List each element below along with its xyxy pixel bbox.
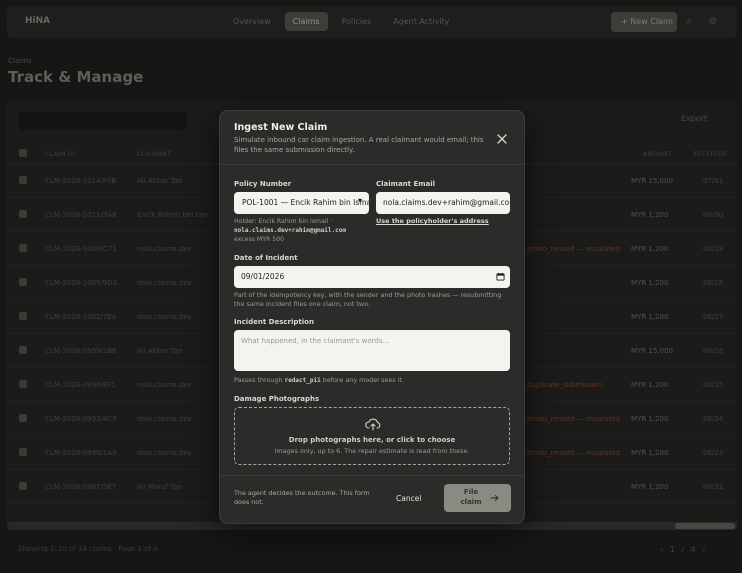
date-of-incident-label: Date of Incident [234, 254, 298, 262]
arrow-right-icon [490, 494, 499, 502]
calendar-icon[interactable] [496, 272, 505, 281]
upload-cloud-icon [365, 418, 381, 431]
claimant-email-field[interactable]: nola.claims.dev+rahim@gmail.com [376, 192, 510, 214]
policy-number-value: POL-1001 — Encik Rahim bin Ismail [242, 198, 369, 207]
policy-number-label: Policy Number [234, 180, 292, 188]
close-button[interactable] [494, 131, 510, 147]
close-icon [497, 134, 507, 144]
file-claim-label: File claim [460, 488, 482, 506]
policy-holder-info: Holder: Encik Rahim bin Ismail · nola.cl… [234, 217, 374, 244]
chevron-down-icon: ▾ [358, 196, 363, 205]
description-help-text: Passes through redact_pii before any mod… [234, 376, 510, 385]
date-value: 09/01/2026 [241, 272, 285, 281]
ingest-claim-dialog: Ingest New Claim Simulate inbound car cl… [219, 110, 525, 524]
dialog-footer: The agent decides the outcome. This form… [220, 475, 524, 523]
dialog-title: Ingest New Claim [234, 122, 328, 133]
dialog-subtitle: Simulate inbound car claim ingestion. A … [234, 136, 484, 154]
use-policyholder-address-link[interactable]: Use the policyholder's address [376, 217, 489, 225]
description-help-pre: Passes through [234, 376, 283, 384]
description-help-post: before any model sees it. [322, 376, 404, 384]
photo-dropzone[interactable]: Drop photographs here, or click to choos… [234, 407, 510, 465]
dropzone-title: Drop photographs here, or click to choos… [288, 436, 456, 444]
cancel-button[interactable]: Cancel [396, 494, 421, 503]
holder-email: nola.claims.dev+rahim@gmail.com [234, 227, 346, 234]
file-claim-button[interactable]: File claim [444, 484, 511, 512]
damage-photographs-label: Damage Photographs [234, 395, 320, 403]
date-help-text: Part of the idempotency key, with the se… [234, 291, 502, 308]
policy-number-select[interactable]: POL-1001 — Encik Rahim bin Ismail ▾ [234, 192, 369, 214]
footer-note: The agent decides the outcome. This form… [234, 489, 370, 506]
dropzone-subtitle: Images only, up to 6. The repair estimat… [274, 447, 470, 455]
incident-description-textarea[interactable]: What happened, in the claimant's words..… [234, 330, 510, 371]
date-of-incident-field[interactable]: 09/01/2026 [234, 266, 510, 288]
incident-description-label: Incident Description [234, 318, 314, 326]
claimant-email-label: Claimant Email [376, 180, 436, 188]
holder-excess: excess MYR 500 [234, 236, 285, 243]
redact-pii-code: redact_pii [284, 377, 321, 384]
holder-name: Holder: Encik Rahim bin Ismail · [234, 218, 333, 225]
dialog-header: Ingest New Claim Simulate inbound car cl… [220, 111, 524, 165]
